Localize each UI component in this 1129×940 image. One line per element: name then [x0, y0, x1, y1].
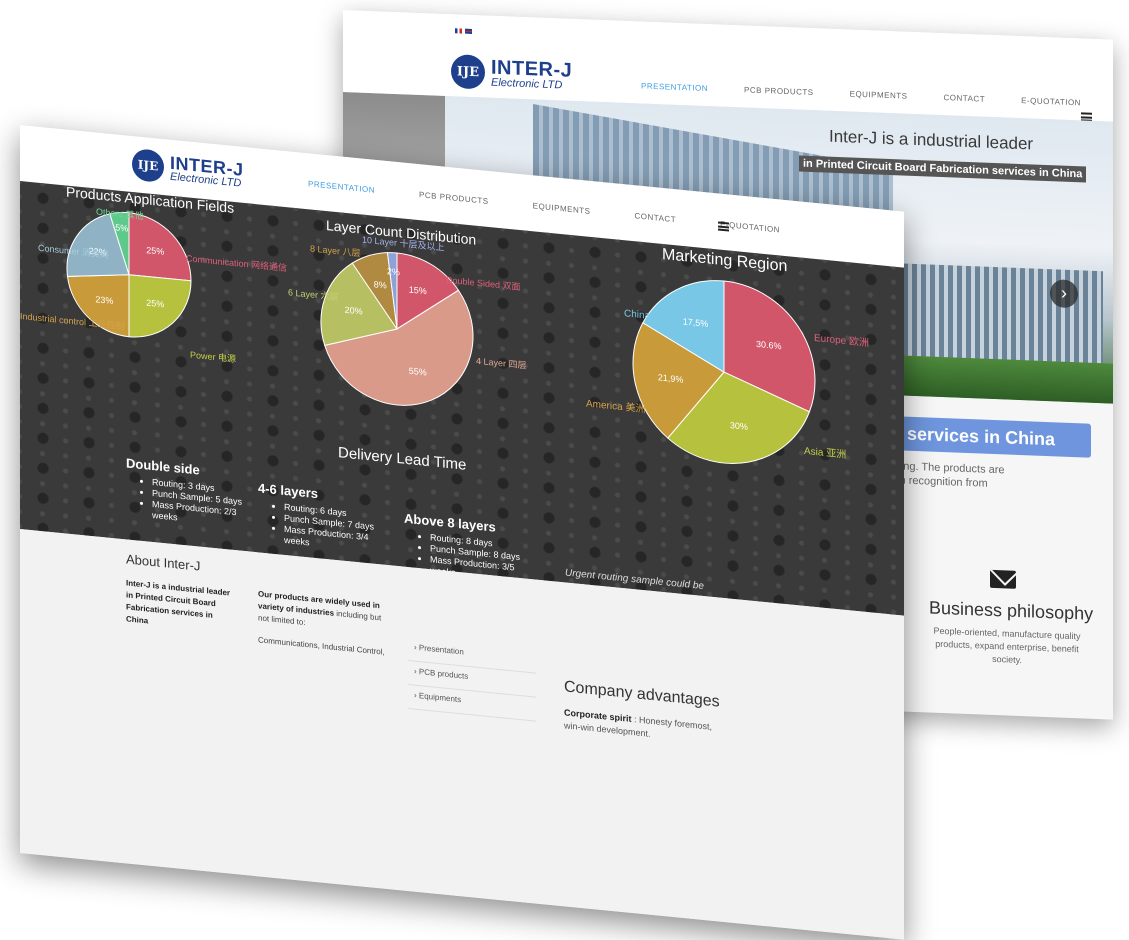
company-advantages-title: Company advantages: [564, 678, 720, 711]
nav-equipments[interactable]: EQUIPMENTS: [850, 89, 908, 100]
chart-2-label-8-layer: 8 Layer 八层: [310, 243, 361, 259]
link-label: Presentation: [418, 643, 464, 657]
french-flag-icon[interactable]: [455, 28, 462, 34]
pie-value-label: 15%: [409, 285, 427, 297]
business-philosophy-text: People-oriented, manufacture quality pro…: [933, 625, 1081, 666]
delivery-title: Delivery Lead Time: [338, 444, 467, 474]
english-flag-icon[interactable]: [465, 28, 472, 34]
chart-2-pie: 15% 55% 20% 8%2%: [320, 252, 474, 406]
company-advantages-text: Corporate spirit : Honesty foremost, win…: [564, 706, 724, 748]
nav-contact[interactable]: CONTACT: [635, 211, 677, 224]
chart-1-label-communication: Communication 网络通信: [186, 253, 288, 274]
link-label: PCB products: [418, 667, 469, 681]
pie-value-label: 23%: [95, 294, 113, 306]
pie-value-label: 5%: [115, 222, 128, 233]
services-banner: n services in China: [883, 415, 1091, 458]
logo-mark-icon: IJE: [451, 54, 485, 90]
nav-contact[interactable]: CONTACT: [944, 93, 986, 104]
products-line-2: Communications, Industrial Control,: [258, 635, 385, 657]
pie-value-label: 25%: [146, 245, 164, 257]
nav-e-quotation[interactable]: E-QUOTATION: [1021, 96, 1081, 107]
lead-block-4-6-layers: 4-6 layers Routing: 6 days Punch Sample:…: [258, 480, 374, 554]
pie-value-label: 30%: [730, 420, 748, 432]
about-title: About Inter-J: [126, 551, 201, 574]
about-text: Inter-J is a industrial leader in Printe…: [126, 578, 231, 626]
nav-equipments[interactable]: EQUIPMENTS: [533, 201, 591, 216]
business-philosophy-title: Business philosophy: [929, 597, 1094, 624]
pie-value-label: 8%: [374, 279, 387, 290]
language-flags: [455, 28, 472, 34]
front-logo[interactable]: IJE INTER-J Electronic LTD: [132, 147, 244, 191]
envelope-icon: [990, 569, 1016, 589]
hero-title: Inter-J is a industrial leader: [829, 126, 1034, 154]
chart-1-label-power: Power 电源: [190, 349, 237, 365]
factory-building-image-2: [903, 263, 1103, 372]
chart-2-label-4-layer: 4 Layer 四层: [476, 355, 527, 371]
pie-value-label: 20%: [345, 305, 363, 317]
logo-mark-icon: IJE: [132, 147, 164, 184]
nav-presentation[interactable]: PRESENTATION: [308, 179, 375, 195]
pie-value-label: 55%: [409, 366, 427, 378]
link-label: Equipments: [418, 691, 462, 705]
pie-value-label: 2%: [387, 266, 400, 277]
menu-icon[interactable]: [718, 221, 729, 232]
back-nav: PRESENTATION PCB PRODUCTS EQUIPMENTS CON…: [641, 81, 1081, 107]
nav-presentation[interactable]: PRESENTATION: [641, 81, 708, 93]
nav-pcb-products[interactable]: PCB PRODUCTS: [419, 190, 489, 206]
intro-text: uring. The products are igh recognition …: [891, 459, 1005, 491]
nav-e-quotation[interactable]: E-QUOTATION: [720, 220, 780, 235]
footer-links: › Presentation › PCB products › Equipmen…: [408, 637, 536, 722]
chart-3-label-europe: Europe 欧洲: [814, 332, 870, 350]
intro-line-2: igh recognition from: [891, 474, 988, 490]
logo-subtitle: Electronic LTD: [491, 76, 563, 91]
chart-3-pie: 30.6%30%21,9%17,5%: [632, 280, 816, 464]
lead-block-double-side: Double side Routing: 3 days Punch Sample…: [126, 455, 242, 529]
pie-value-label: 25%: [146, 298, 164, 310]
nav-pcb-products[interactable]: PCB PRODUCTS: [744, 85, 814, 97]
front-page-screenshot: IJE INTER-J Electronic LTD PRESENTATION …: [20, 125, 904, 940]
slider-next-button[interactable]: ›: [1050, 279, 1078, 309]
products-text: Our products are widely used in variety …: [258, 588, 388, 659]
back-logo[interactable]: IJE INTER-J Electronic LTD: [451, 54, 572, 93]
